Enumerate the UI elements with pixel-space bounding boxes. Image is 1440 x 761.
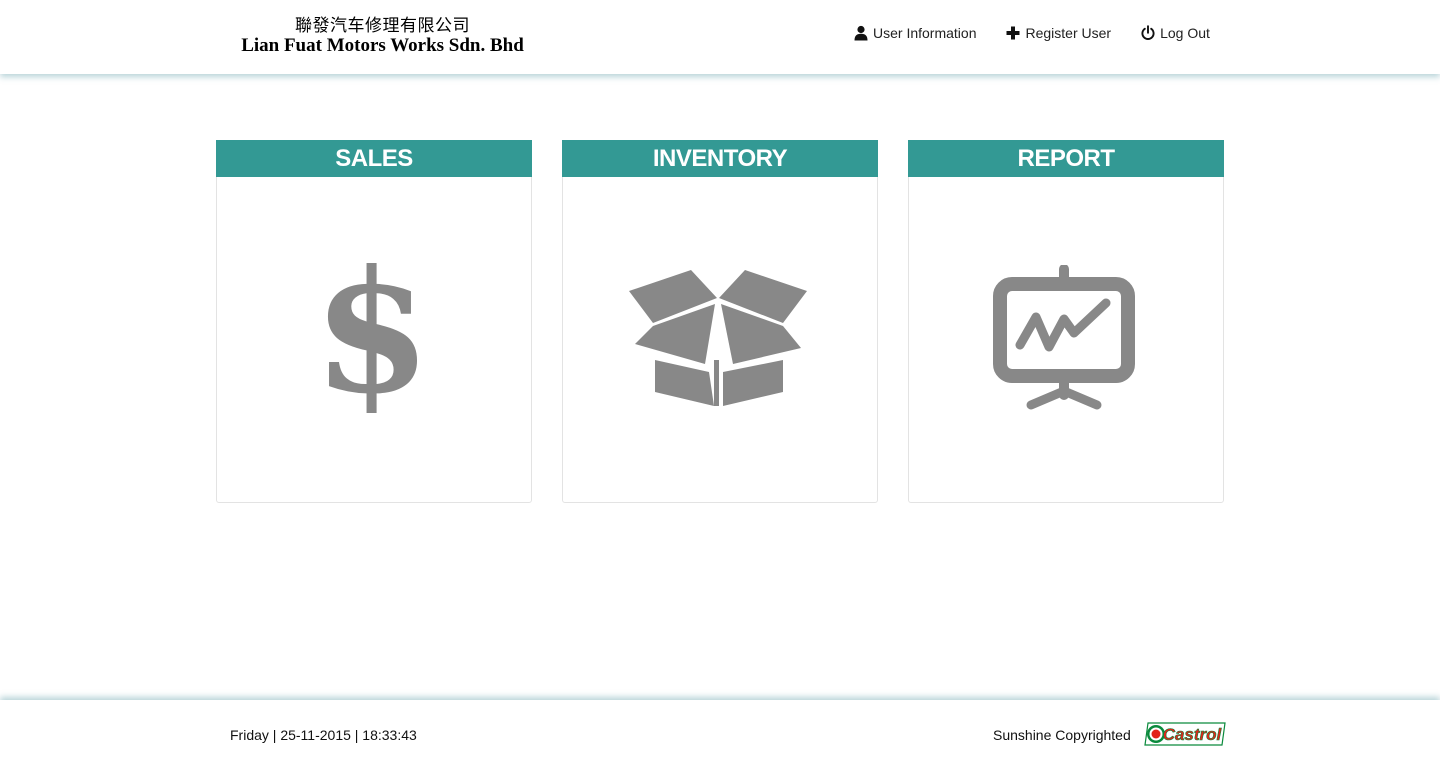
brand-name-english: Lian Fuat Motors Works Sdn. Bhd	[241, 35, 524, 56]
log-out-link[interactable]: Log Out	[1140, 24, 1210, 42]
footer: Friday | 25-11-2015 | 18:33:43 Sunshine …	[0, 700, 1440, 761]
castrol-logo: Castrol	[1144, 721, 1226, 747]
svg-text:$: $	[313, 263, 431, 413]
report-card[interactable]: REPORT	[908, 140, 1224, 503]
brand-name-chinese: 聯發汽车修理有限公司	[295, 16, 470, 35]
inventory-card[interactable]: INVENTORY	[562, 140, 878, 503]
register-user-label: Register User	[1025, 25, 1112, 41]
power-icon	[1140, 25, 1156, 41]
plus-icon	[1005, 25, 1021, 41]
presentation-chart-icon	[909, 177, 1223, 502]
svg-text:Castrol: Castrol	[1163, 725, 1223, 744]
dollar-icon: $	[217, 177, 531, 502]
sales-card-title: SALES	[216, 140, 532, 177]
header: 聯發汽车修理有限公司 Lian Fuat Motors Works Sdn. B…	[0, 0, 1440, 74]
user-icon	[853, 25, 869, 41]
current-datetime: Friday | 25-11-2015 | 18:33:43	[230, 727, 417, 743]
user-information-label: User Information	[873, 25, 977, 41]
open-box-icon	[563, 177, 877, 502]
register-user-link[interactable]: Register User	[1005, 24, 1111, 42]
brand-logo[interactable]: 聯發汽车修理有限公司 Lian Fuat Motors Works Sdn. B…	[215, 16, 550, 56]
user-information-link[interactable]: User Information	[853, 24, 976, 42]
inventory-card-title: INVENTORY	[562, 140, 878, 177]
copyright-text: Sunshine Copyrighted	[993, 727, 1131, 743]
report-card-title: REPORT	[908, 140, 1224, 177]
sales-card[interactable]: SALES $	[216, 140, 532, 503]
top-nav: User Information Register User Log Out	[853, 24, 1210, 42]
log-out-label: Log Out	[1160, 25, 1210, 41]
